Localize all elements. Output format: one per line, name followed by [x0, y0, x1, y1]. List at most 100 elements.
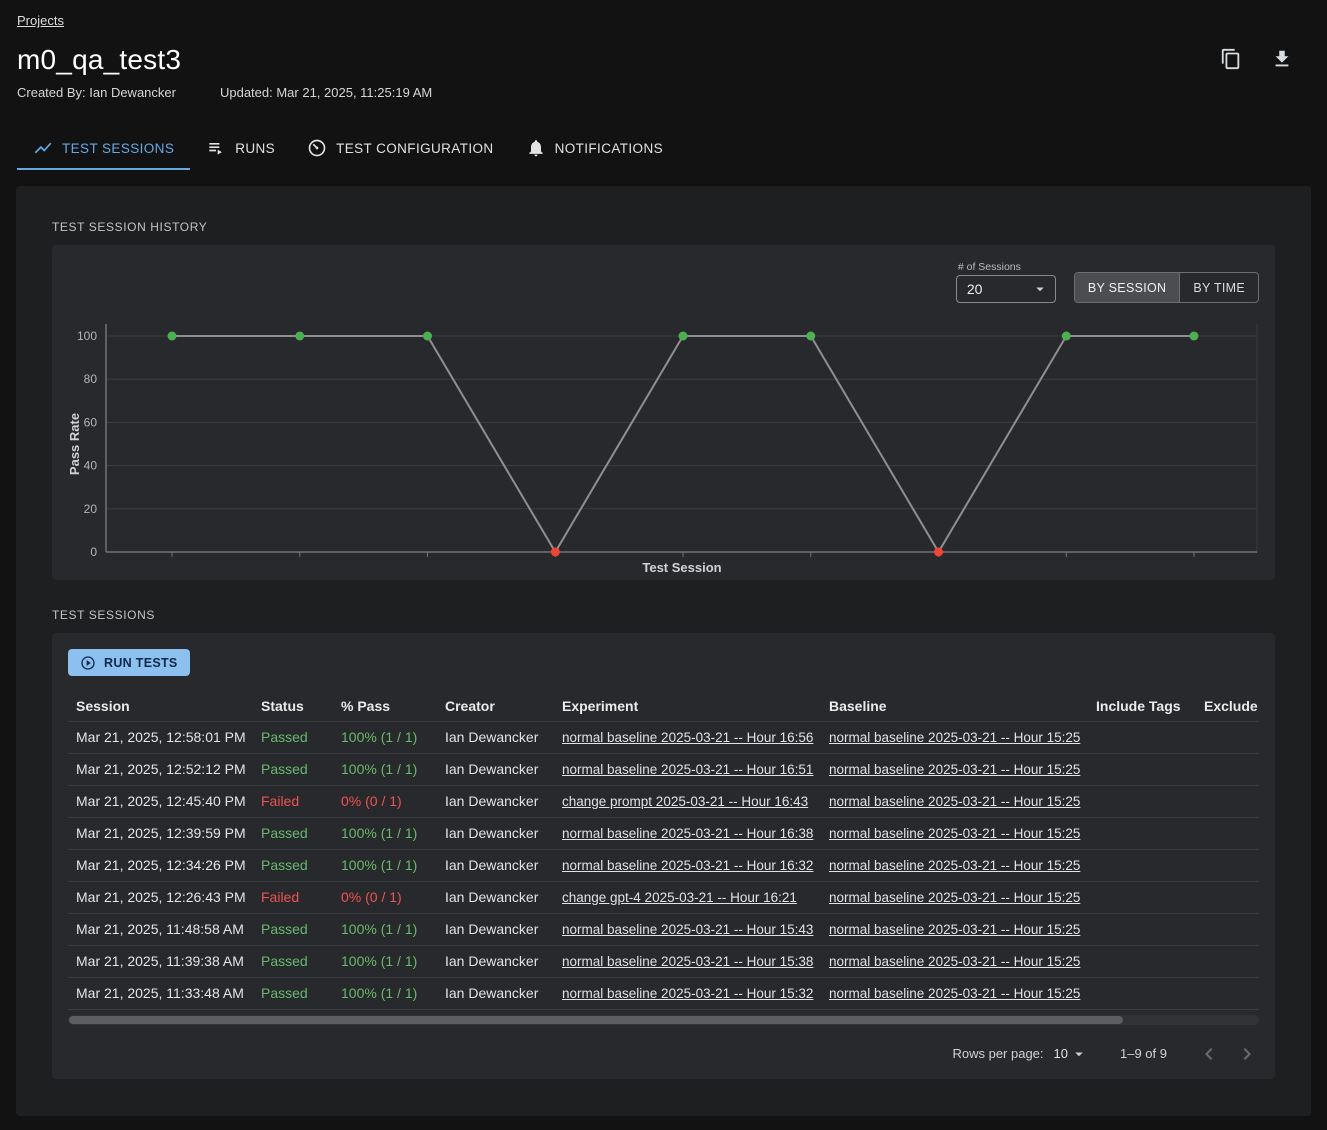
meta-row: Created By: Ian Dewancker Updated: Mar 2… [17, 85, 1310, 100]
table-header-row: SessionStatus% PassCreatorExperimentBase… [68, 692, 1259, 721]
play-circle-icon [80, 655, 96, 671]
cell-baseline-link[interactable]: normal baseline 2025-03-21 -- Hour 15:25 [829, 730, 1080, 745]
column-header: Experiment [554, 692, 821, 721]
cell-session: Mar 21, 2025, 11:33:48 AM [68, 977, 253, 1009]
cell-baseline-link[interactable]: normal baseline 2025-03-21 -- Hour 15:25 [829, 858, 1080, 873]
pagination-range: 1–9 of 9 [1120, 1046, 1167, 1061]
updated-text: Updated: Mar 21, 2025, 11:25:19 AM [220, 85, 432, 100]
cell-include-tags [1088, 817, 1196, 849]
cell-experiment-link[interactable]: normal baseline 2025-03-21 -- Hour 16:38 [562, 826, 813, 841]
copy-icon [1220, 48, 1242, 70]
cell-experiment-link[interactable]: normal baseline 2025-03-21 -- Hour 16:51 [562, 762, 813, 777]
column-header: % Pass [333, 692, 437, 721]
table-row: Mar 21, 2025, 12:52:12 PMPassed100% (1 /… [68, 753, 1259, 785]
cell-creator: Ian Dewancker [437, 945, 554, 977]
column-header: Exclude Ta [1196, 692, 1259, 721]
cell-experiment-link[interactable]: change gpt-4 2025-03-21 -- Hour 16:21 [562, 890, 797, 905]
cell-experiment-link[interactable]: normal baseline 2025-03-21 -- Hour 15:32 [562, 986, 813, 1001]
copy-button[interactable] [1219, 48, 1243, 72]
table-row: Mar 21, 2025, 12:34:26 PMPassed100% (1 /… [68, 849, 1259, 881]
table-row: Mar 21, 2025, 12:39:59 PMPassed100% (1 /… [68, 817, 1259, 849]
next-page-button[interactable] [1235, 1042, 1259, 1066]
cell-baseline-link[interactable]: normal baseline 2025-03-21 -- Hour 15:25 [829, 890, 1080, 905]
by-session-toggle[interactable]: BY SESSION [1075, 273, 1180, 302]
cell-baseline-link[interactable]: normal baseline 2025-03-21 -- Hour 15:25 [829, 922, 1080, 937]
cell-experiment: normal baseline 2025-03-21 -- Hour 16:56 [554, 721, 821, 753]
previous-page-button[interactable] [1197, 1042, 1221, 1066]
cell-creator: Ian Dewancker [437, 721, 554, 753]
cell-session: Mar 21, 2025, 12:26:43 PM [68, 881, 253, 913]
svg-text:Test Session: Test Session [642, 560, 721, 574]
pass-rate-chart: 020406080100Pass RateTest Session [68, 307, 1259, 574]
cell-creator: Ian Dewancker [437, 977, 554, 1009]
num-sessions-select[interactable]: 20 [956, 275, 1056, 303]
table-row: Mar 21, 2025, 11:48:58 AMPassed100% (1 /… [68, 913, 1259, 945]
rows-per-page-select[interactable]: 10 [1054, 1045, 1088, 1063]
cell-pass-rate: 100% (1 / 1) [333, 913, 437, 945]
run-tests-button[interactable]: RUN TESTS [68, 649, 190, 676]
cell-experiment-link[interactable]: normal baseline 2025-03-21 -- Hour 16:56 [562, 730, 813, 745]
tab-test-sessions[interactable]: TEST SESSIONS [17, 126, 190, 170]
cell-baseline-link[interactable]: normal baseline 2025-03-21 -- Hour 15:25 [829, 794, 1080, 809]
cell-experiment: normal baseline 2025-03-21 -- Hour 16:51 [554, 753, 821, 785]
cell-experiment-link[interactable]: normal baseline 2025-03-21 -- Hour 15:38 [562, 954, 813, 969]
cell-pass-rate: 0% (0 / 1) [333, 785, 437, 817]
tab-label: TEST SESSIONS [62, 141, 174, 156]
sessions-table-wrap: SessionStatus% PassCreatorExperimentBase… [68, 692, 1259, 1010]
download-button[interactable] [1270, 48, 1294, 72]
cell-creator: Ian Dewancker [437, 753, 554, 785]
svg-text:100: 100 [77, 329, 97, 343]
cell-include-tags [1088, 881, 1196, 913]
cell-session: Mar 21, 2025, 11:39:38 AM [68, 945, 253, 977]
cell-baseline: normal baseline 2025-03-21 -- Hour 15:25 [821, 817, 1088, 849]
cell-creator: Ian Dewancker [437, 849, 554, 881]
cell-include-tags [1088, 849, 1196, 881]
cell-baseline: normal baseline 2025-03-21 -- Hour 15:25 [821, 977, 1088, 1009]
cell-pass-rate: 100% (1 / 1) [333, 849, 437, 881]
runs-icon [206, 138, 226, 158]
history-section-label: TEST SESSION HISTORY [52, 220, 1275, 234]
chart-controls: # of Sessions 20 BY SESSION BY TIME [68, 261, 1259, 303]
cell-status: Failed [253, 881, 333, 913]
horizontal-scrollbar[interactable] [68, 1015, 1259, 1025]
cell-session: Mar 21, 2025, 12:45:40 PM [68, 785, 253, 817]
tab-test-configuration[interactable]: TEST CONFIGURATION [291, 126, 509, 170]
by-time-toggle[interactable]: BY TIME [1179, 273, 1258, 302]
cell-include-tags [1088, 721, 1196, 753]
cell-creator: Ian Dewancker [437, 785, 554, 817]
cell-experiment-link[interactable]: change prompt 2025-03-21 -- Hour 16:43 [562, 794, 808, 809]
cell-baseline: normal baseline 2025-03-21 -- Hour 15:25 [821, 721, 1088, 753]
download-icon [1271, 48, 1293, 70]
cell-baseline-link[interactable]: normal baseline 2025-03-21 -- Hour 15:25 [829, 986, 1080, 1001]
cell-exclude-tags [1196, 817, 1259, 849]
cell-pass-rate: 100% (1 / 1) [333, 977, 437, 1009]
cell-baseline-link[interactable]: normal baseline 2025-03-21 -- Hour 15:25 [829, 762, 1080, 777]
chevron-left-icon [1197, 1042, 1221, 1066]
cell-experiment-link[interactable]: normal baseline 2025-03-21 -- Hour 15:43 [562, 922, 813, 937]
rows-per-page-label: Rows per page: [952, 1046, 1043, 1061]
scrollbar-thumb[interactable] [69, 1016, 1123, 1024]
cell-experiment: normal baseline 2025-03-21 -- Hour 15:32 [554, 977, 821, 1009]
sessions-section-label: TEST SESSIONS [52, 608, 1275, 622]
table-row: Mar 21, 2025, 11:33:48 AMPassed100% (1 /… [68, 977, 1259, 1009]
tab-label: TEST CONFIGURATION [336, 141, 493, 156]
cell-baseline-link[interactable]: normal baseline 2025-03-21 -- Hour 15:25 [829, 954, 1080, 969]
caret-down-icon [1070, 1045, 1088, 1063]
cell-session: Mar 21, 2025, 12:39:59 PM [68, 817, 253, 849]
cell-exclude-tags [1196, 849, 1259, 881]
cell-session: Mar 21, 2025, 12:58:01 PM [68, 721, 253, 753]
cell-experiment: normal baseline 2025-03-21 -- Hour 16:32 [554, 849, 821, 881]
cell-experiment-link[interactable]: normal baseline 2025-03-21 -- Hour 16:32 [562, 858, 813, 873]
tab-notifications[interactable]: NOTIFICATIONS [510, 126, 679, 170]
cell-include-tags [1088, 785, 1196, 817]
tab-runs[interactable]: RUNS [190, 126, 291, 170]
cell-exclude-tags [1196, 945, 1259, 977]
cell-baseline-link[interactable]: normal baseline 2025-03-21 -- Hour 15:25 [829, 826, 1080, 841]
svg-text:20: 20 [84, 502, 98, 516]
cell-exclude-tags [1196, 977, 1259, 1009]
chevron-right-icon [1235, 1042, 1259, 1066]
cell-baseline: normal baseline 2025-03-21 -- Hour 15:25 [821, 785, 1088, 817]
cell-baseline: normal baseline 2025-03-21 -- Hour 15:25 [821, 945, 1088, 977]
breadcrumb[interactable]: Projects [17, 13, 64, 28]
cell-include-tags [1088, 977, 1196, 1009]
